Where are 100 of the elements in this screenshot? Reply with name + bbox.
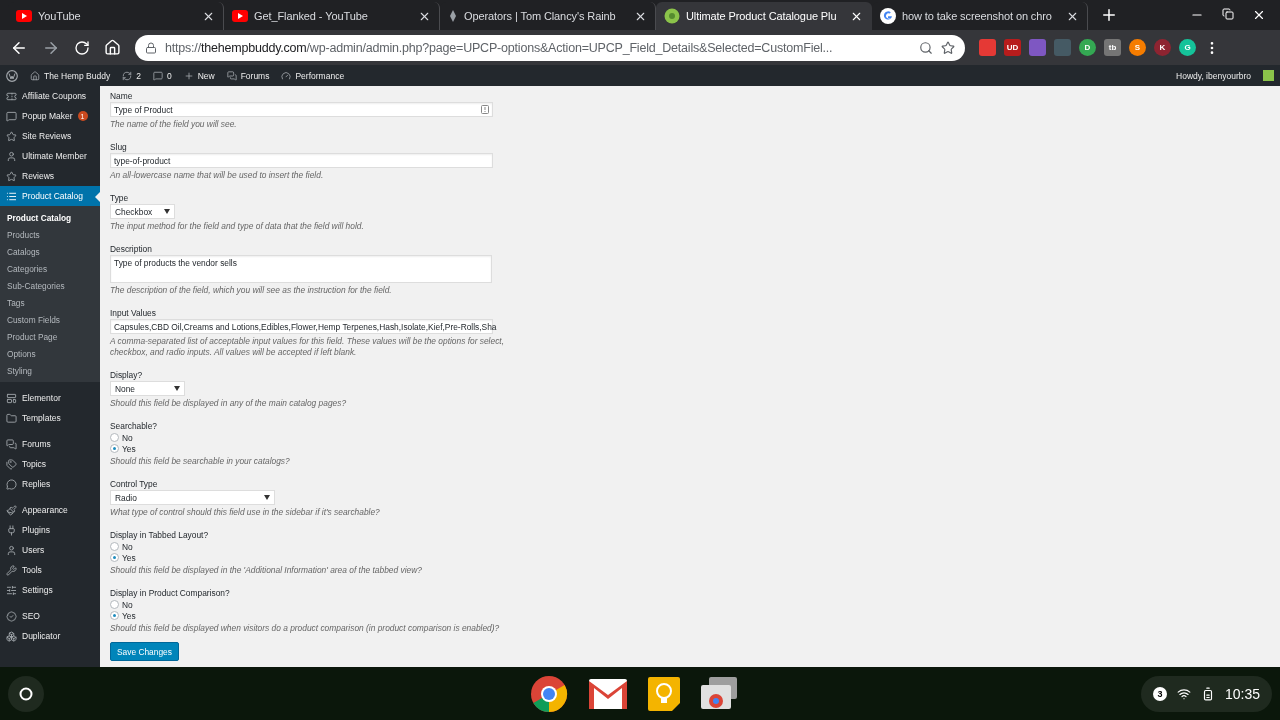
field-label: Searchable? <box>110 420 159 432</box>
admin-bar-item[interactable]: Forums <box>226 70 270 81</box>
submenu-item[interactable]: Sub-Categories <box>0 277 100 294</box>
radio-button[interactable] <box>110 553 119 562</box>
sidebar-menu-item[interactable]: Templates <box>0 408 100 428</box>
sidebar-menu-item[interactable]: Plugins <box>0 520 100 540</box>
close-icon[interactable] <box>1252 8 1266 22</box>
star-icon[interactable] <box>941 40 955 55</box>
text-field[interactable]: type-of-product <box>110 153 493 168</box>
plug-icon <box>6 524 17 536</box>
extension-icon[interactable]: tb <box>1104 39 1121 56</box>
chat-icon <box>226 70 237 81</box>
home-icon[interactable] <box>104 39 121 56</box>
sidebar-menu-item[interactable]: Users <box>0 540 100 560</box>
save-changes-button[interactable]: Save Changes <box>110 642 179 661</box>
user-icon <box>6 150 17 162</box>
sidebar-menu-item[interactable]: Duplicator <box>0 626 100 646</box>
search-icon[interactable] <box>919 40 933 55</box>
submenu-item[interactable]: Tags <box>0 294 100 311</box>
layout-icon <box>6 392 17 404</box>
submenu-item[interactable]: Product Catalog <box>0 209 100 226</box>
radio-button[interactable] <box>110 611 119 620</box>
sidebar-menu-item[interactable]: Forums <box>0 434 100 454</box>
field-label: Description <box>110 243 153 255</box>
lightbulb-icon[interactable] <box>648 676 680 711</box>
submenu-item[interactable]: Options <box>0 345 100 362</box>
wordpress-logo-icon[interactable] <box>6 69 18 82</box>
reload-icon[interactable] <box>74 39 90 56</box>
field-hint: The input method for the field and type of data that the field will hold. <box>110 221 365 232</box>
field-hint: An all-lowercase name that will be used to insert the field. <box>110 170 325 181</box>
text-field[interactable]: Type of Product <box>110 102 493 117</box>
sidebar-menu-item[interactable]: Site Reviews <box>0 126 100 146</box>
field-label: Display? <box>110 369 144 381</box>
submenu-item[interactable]: Products <box>0 226 100 243</box>
circle-icon <box>19 686 33 701</box>
submenu-item[interactable]: Styling <box>0 362 100 379</box>
field-hint: What type of control should this field use in the sidebar if it's searchable? <box>110 507 381 518</box>
chat-icon <box>6 438 17 450</box>
dropdown[interactable]: None <box>110 381 185 396</box>
field-hint: A comma-separated list of acceptable input values for this field. These values will be the options for select, checkbox, and radio inputs. All values will be accepted if left blank. <box>110 336 505 358</box>
dropdown-arrow-icon <box>164 209 170 214</box>
gauge-icon <box>281 70 292 81</box>
sidebar-menu-item[interactable]: Reviews <box>0 166 100 186</box>
submenu-item[interactable]: Product Page <box>0 328 100 345</box>
extension-icon[interactable]: K <box>1154 39 1171 56</box>
extension-icon[interactable]: UD <box>1004 39 1021 56</box>
sidebar-menu-item[interactable]: Elementor <box>0 388 100 408</box>
admin-bar-item[interactable]: 0 <box>152 70 172 81</box>
mail-icon[interactable] <box>589 678 627 709</box>
remote-desktop-icon[interactable] <box>701 676 737 711</box>
home-icon <box>30 70 40 81</box>
launcher-button[interactable] <box>8 675 44 712</box>
field-hint: Should this field be displayed when visitors do a product comparison (in product comparison is enabled)? <box>110 623 501 634</box>
radio-button[interactable] <box>110 542 119 551</box>
dropdown[interactable]: Radio <box>110 490 275 505</box>
clock: 10:35 <box>1224 685 1260 702</box>
field-hint: The name of the field you will see. <box>110 119 238 130</box>
sidebar-menu-item[interactable]: Appearance <box>0 500 100 520</box>
admin-bar-item[interactable]: The Hemp Buddy <box>30 70 111 81</box>
dropdown[interactable]: Checkbox <box>110 204 175 219</box>
restore-icon[interactable] <box>1222 8 1234 20</box>
field-hint: Should this field be displayed in any of the main catalog pages? <box>110 398 348 409</box>
dropdown-arrow-icon <box>174 386 180 391</box>
admin-bar-item[interactable]: 2 <box>122 70 141 81</box>
radio-button[interactable] <box>110 433 119 442</box>
admin-bar-item[interactable]: Performance <box>281 70 345 81</box>
new-tab-icon[interactable] <box>1100 6 1118 24</box>
sidebar-menu-item[interactable]: Product Catalog <box>0 186 100 206</box>
sidebar-menu-item[interactable]: SEO <box>0 606 100 626</box>
lock-icon <box>145 41 157 54</box>
sidebar-menu-item[interactable]: Settings <box>0 580 100 600</box>
sidebar-menu-item[interactable]: Replies <box>0 474 100 494</box>
field-hint: Should this field be searchable in your catalogs? <box>110 456 291 467</box>
submenu-item[interactable]: Catalogs <box>0 243 100 260</box>
field-label: Display in Product Comparison? <box>110 587 231 599</box>
account-greeting[interactable]: Howdy, ibenyourbro <box>1176 70 1251 81</box>
sidebar-menu-item[interactable]: Affiliate Coupons <box>0 86 100 106</box>
radio-label: Yes <box>122 552 136 563</box>
admin-bar-item[interactable]: New <box>183 70 215 81</box>
sidebar-menu-item[interactable]: Topics <box>0 454 100 474</box>
browser-tab[interactable]: Ultimate Product Catalogue Plu <box>656 2 872 30</box>
submenu-item[interactable]: Custom Fields <box>0 311 100 328</box>
description-textarea[interactable]: Type of products the vendor sells <box>110 255 492 283</box>
field-label: Input Values <box>110 307 157 319</box>
address-bar[interactable]: https://thehempbuddy.com/wp-admin/admin.php?page=UPCP-options&Action=UPCP_Field_Details&Selected=CustomFiel... <box>135 34 965 61</box>
sidebar-menu-item[interactable]: Tools <box>0 560 100 580</box>
radio-button[interactable] <box>110 444 119 453</box>
sliders-icon <box>6 584 17 596</box>
status-tray[interactable]: 3 10:35 <box>1140 675 1272 712</box>
refresh-icon <box>122 70 133 81</box>
star-icon <box>6 130 17 142</box>
radio-button[interactable] <box>110 600 119 609</box>
submenu-item[interactable]: Categories <box>0 260 100 277</box>
chrome-icon[interactable] <box>530 674 568 713</box>
field-hint: Should this field be displayed in the 'Additional Information' area of the tabbed view? <box>110 565 423 576</box>
notification-count: 3 <box>1152 686 1167 701</box>
play-logo-icon <box>232 10 248 22</box>
ticket-icon <box>6 90 17 102</box>
wrench-icon <box>6 564 17 576</box>
sidebar-menu-item[interactable]: Ultimate Member <box>0 146 100 166</box>
